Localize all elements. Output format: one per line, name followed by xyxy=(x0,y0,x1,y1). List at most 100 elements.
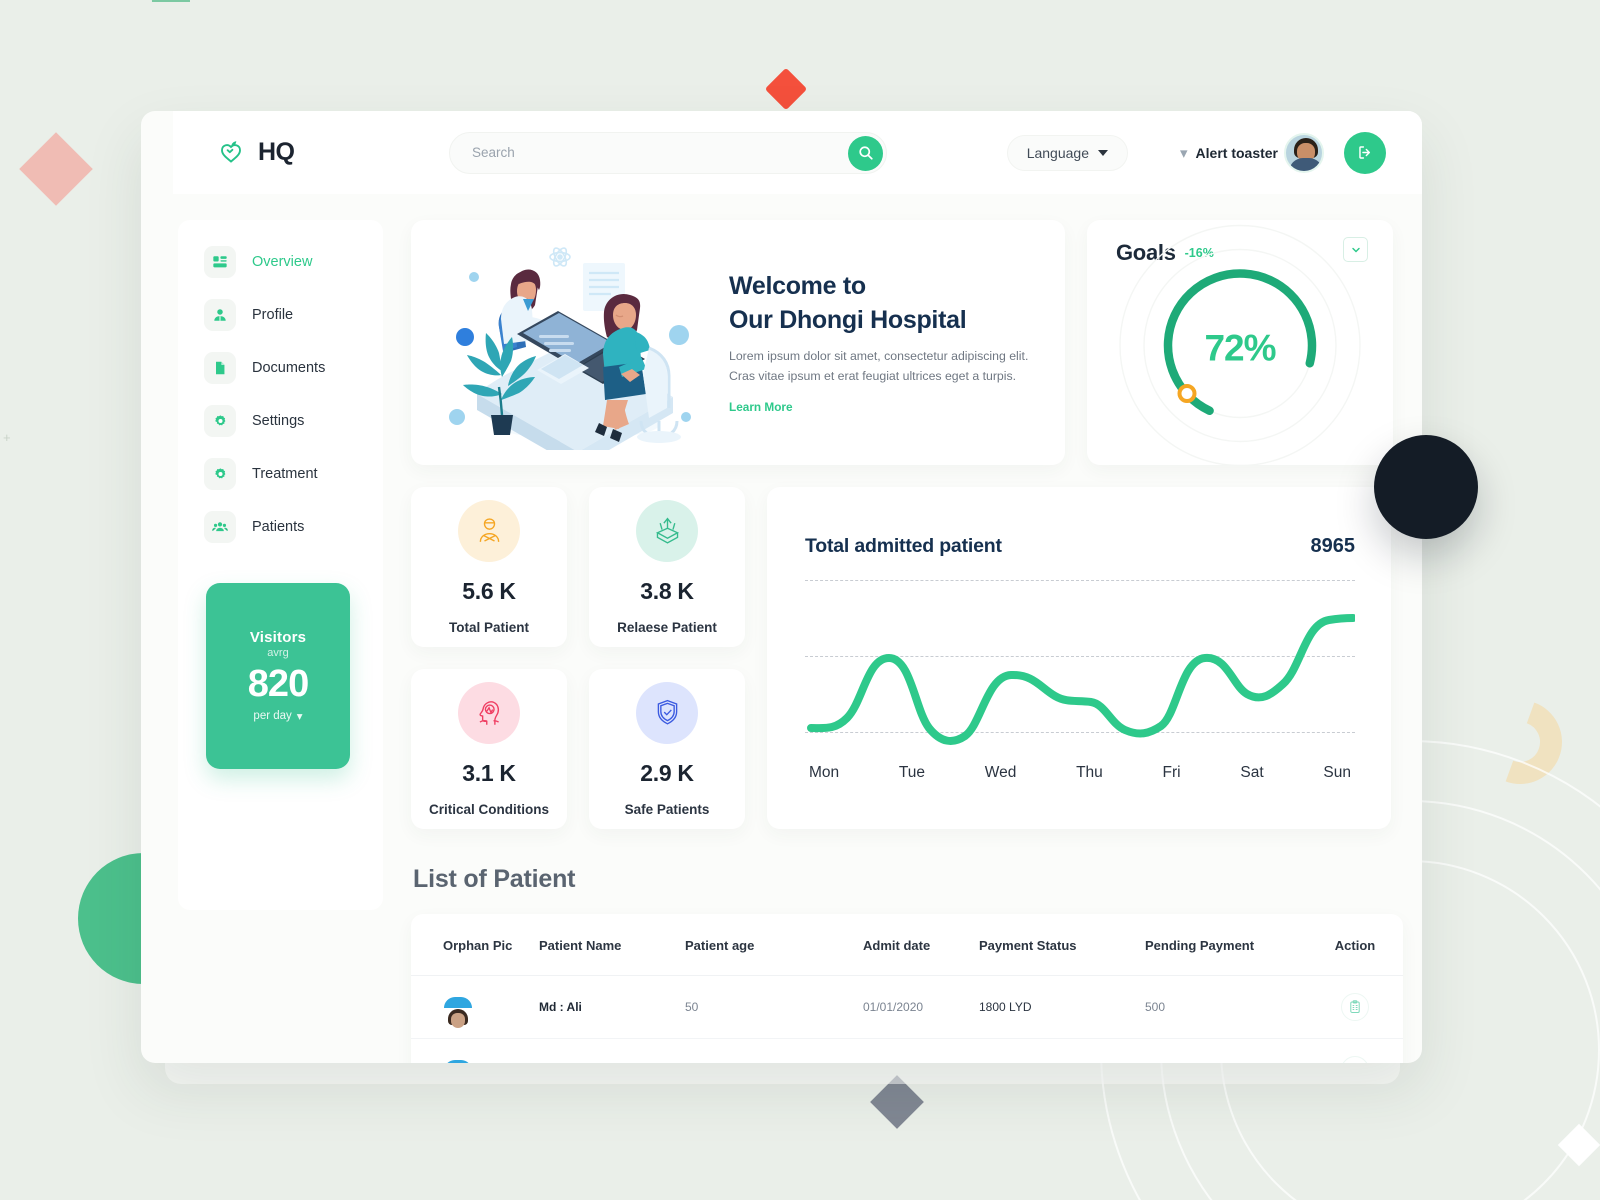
stat-label: Safe Patients xyxy=(624,801,710,817)
patient-list-title: List of Patient xyxy=(413,865,576,893)
visitors-title: Visitors xyxy=(249,629,307,646)
visitors-card[interactable]: Visitors avrg 820 per day ▾ xyxy=(206,583,350,769)
column-header-admit-date: Admit date xyxy=(863,914,979,976)
sidebar-item-overview[interactable]: Overview xyxy=(204,242,449,282)
decor-green-arc xyxy=(62,0,190,66)
alert-toaster-label: Alert toaster xyxy=(1195,144,1278,161)
sidebar-item-label: Overview xyxy=(252,254,313,270)
chart-x-tick: Thu xyxy=(1076,764,1103,781)
column-header-patient-name: Patient Name xyxy=(539,914,685,976)
sidebar-item-patients[interactable]: Patients xyxy=(204,507,383,547)
clipboard-icon xyxy=(1350,1000,1360,1013)
cell-pending-payment: 500 xyxy=(1145,975,1307,1039)
goals-card: Goals -16% 72% xyxy=(1087,220,1393,465)
cell-action xyxy=(1307,975,1403,1039)
stat-card-total-patient[interactable]: 5.6 K Total Patient xyxy=(411,487,567,647)
welcome-heading-line2: Our Dhongi Hospital xyxy=(729,306,967,335)
learn-more-link[interactable]: Learn More xyxy=(729,400,793,414)
column-header-patient-age: Patient age xyxy=(685,914,863,976)
cell-patient-age: 50 xyxy=(685,975,863,1039)
user-icon xyxy=(204,299,236,331)
chart-line xyxy=(807,614,1355,745)
cell-action xyxy=(1307,1038,1403,1063)
goals-progress-ring: 72% xyxy=(1116,222,1364,465)
stats-chart-row: 5.6 K Total Patient 3.8 K Relaese Patien… xyxy=(411,487,1408,829)
logout-button[interactable] xyxy=(1344,131,1386,174)
brand-name: HQ xyxy=(258,138,295,166)
search-bar[interactable] xyxy=(449,131,887,174)
stat-label: Relaese Patient xyxy=(617,619,717,635)
stat-card-release-patient[interactable]: 3.8 K Relaese Patient xyxy=(589,487,745,647)
clipboard-icon-button[interactable] xyxy=(1341,1056,1369,1063)
visitors-subtitle: avrg xyxy=(267,647,289,659)
stat-label: Critical Conditions xyxy=(428,801,549,817)
chart-x-axis: Mon Tue Wed Thu Fri Sat Sun xyxy=(805,764,1355,782)
sidebar-item-label: Treatment xyxy=(252,466,318,482)
column-header-orphan-pic: Orphan Pic xyxy=(411,914,539,976)
search-button[interactable] xyxy=(848,135,883,171)
cell-payment-status: 1800 LYD xyxy=(979,975,1145,1039)
language-selector[interactable]: Language xyxy=(1006,134,1128,171)
chart-total-value: 8965 xyxy=(1310,535,1356,557)
decor-red-diamond xyxy=(764,67,808,111)
stat-value: 5.6 K xyxy=(462,577,516,604)
welcome-goals-row: Welcome to Our Dhongi Hospital Lorem ips… xyxy=(411,220,1408,468)
column-header-action: Action xyxy=(1307,914,1403,976)
dashboard-icon xyxy=(204,246,236,278)
alert-toaster[interactable]: ▾ Alert toaster xyxy=(1180,144,1278,162)
chart-x-tick: Fri xyxy=(1162,764,1181,781)
search-input[interactable] xyxy=(450,132,830,173)
avatar[interactable] xyxy=(1284,132,1324,173)
cell-pending-payment: 500 xyxy=(1145,1038,1307,1063)
sidebar-item-profile[interactable]: Profile xyxy=(204,295,383,335)
window-base-shadow xyxy=(165,1062,1400,1084)
patient-icon xyxy=(458,499,520,562)
welcome-heading-line1: Welcome to xyxy=(729,272,866,301)
sidebar-item-settings[interactable]: Settings xyxy=(204,401,383,441)
chart-x-tick: Sat xyxy=(1240,764,1264,781)
main-content: Welcome to Our Dhongi Hospital Lorem ips… xyxy=(411,220,1408,1063)
goals-percent: 72% xyxy=(1204,327,1276,368)
cell-orphan-pic xyxy=(411,1038,539,1063)
decor-pink-diamond xyxy=(19,132,93,206)
stat-value: 2.9 K xyxy=(640,759,694,786)
stat-value: 3.1 K xyxy=(462,759,516,786)
visitors-footer: per day ▾ xyxy=(253,709,302,723)
stat-value: 3.8 K xyxy=(640,577,694,604)
sidebar: Overview Profile Documents Settings Trea… xyxy=(178,220,449,910)
app-window: HQ Language ▾ Alert toast xyxy=(141,111,1422,1063)
cell-orphan-pic xyxy=(411,975,539,1039)
topbar-right: Language ▾ Alert toaster xyxy=(1006,131,1422,174)
stats-grid: 5.6 K Total Patient 3.8 K Relaese Patien… xyxy=(411,487,745,829)
clipboard-icon-button[interactable] xyxy=(1341,993,1369,1021)
brand[interactable]: HQ xyxy=(214,136,414,170)
cell-patient-name: Nasim Billah xyxy=(539,1038,685,1063)
page-background: + HQ Search Language ▾ Alert toaster Ove… xyxy=(0,0,1600,1200)
table-row[interactable]: Nasim Billah 50 01/01/2020 1800 LYD 500 xyxy=(411,1038,1403,1063)
cell-patient-age: 50 xyxy=(685,1038,863,1063)
topbar: HQ Language ▾ Alert toast xyxy=(173,111,1422,194)
chart-x-tick: Wed xyxy=(984,764,1017,781)
chart-x-tick: Sun xyxy=(1323,764,1351,781)
unpack-box-icon xyxy=(636,499,698,562)
apple-heart-logo-icon xyxy=(214,136,248,170)
shield-check-icon xyxy=(636,681,698,744)
decor-white-diamond xyxy=(1557,1123,1600,1167)
sidebar-item-treatment[interactable]: Treatment xyxy=(204,454,383,494)
table-row[interactable]: Md : Ali 50 01/01/2020 1800 LYD 500 xyxy=(411,975,1403,1039)
gear-icon xyxy=(204,458,236,490)
table-header-row: Orphan Pic Patient Name Patient age Admi… xyxy=(411,914,1403,976)
chart-title: Total admitted patient xyxy=(805,535,1002,557)
page-title: Welcome to Our Dhongi Hospital xyxy=(729,269,1029,337)
chart-plot-area xyxy=(805,580,1355,752)
cell-admit-date: 01/01/2020 xyxy=(863,975,979,1039)
chevron-down-icon: ▾ xyxy=(1180,144,1188,162)
stat-card-safe-patients[interactable]: 2.9 K Safe Patients xyxy=(589,669,745,829)
cell-patient-name: Md : Ali xyxy=(539,975,685,1039)
sidebar-item-documents[interactable]: Documents xyxy=(204,348,383,388)
welcome-paragraph: Lorem ipsum dolor sit amet, consectetur … xyxy=(729,349,1029,383)
column-header-payment-status: Payment Status xyxy=(979,914,1145,976)
decor-tan-arc xyxy=(1466,688,1574,796)
stat-card-critical-conditions[interactable]: 3.1 K Critical Conditions xyxy=(411,669,567,829)
admitted-patient-chart-card: Total admitted patient 8965 Mon Tue Wed … xyxy=(767,487,1391,829)
